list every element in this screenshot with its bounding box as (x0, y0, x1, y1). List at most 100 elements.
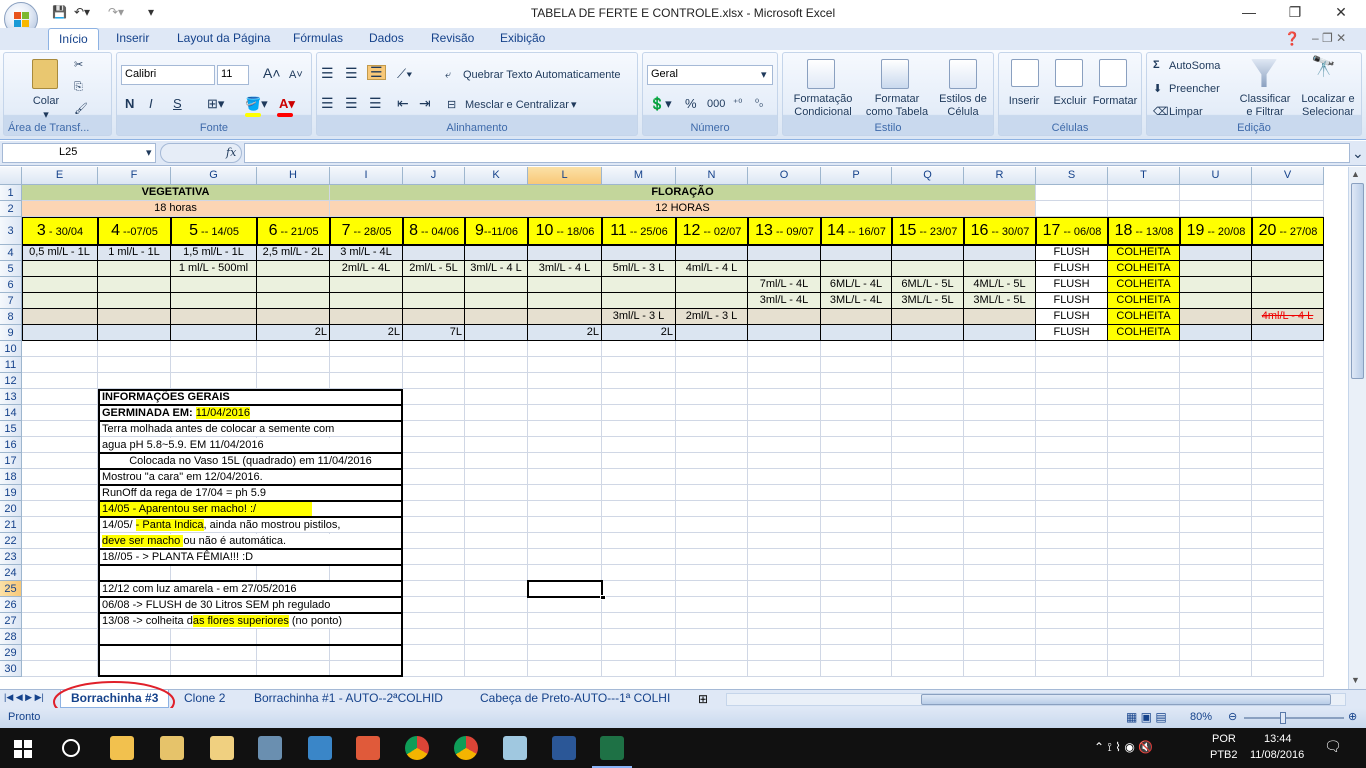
week-header[interactable]: 19 -- 20/08 (1180, 217, 1252, 245)
cell[interactable] (1036, 469, 1108, 485)
cell[interactable] (821, 581, 892, 597)
cell[interactable] (1252, 565, 1324, 581)
cell[interactable] (1036, 629, 1108, 645)
cell[interactable] (892, 613, 964, 629)
cell[interactable] (748, 629, 821, 645)
scroll-up-icon[interactable]: ▲ (1351, 169, 1360, 179)
cell[interactable] (22, 597, 98, 613)
cell[interactable] (403, 597, 465, 613)
cell[interactable] (1180, 485, 1252, 501)
cell[interactable] (676, 613, 748, 629)
cell[interactable] (1108, 549, 1180, 565)
cell[interactable] (528, 373, 602, 389)
cell[interactable] (892, 469, 964, 485)
clock-time[interactable]: 13:44 (1264, 733, 1292, 745)
cell[interactable] (465, 581, 528, 597)
sheet-tab-clone-2[interactable]: Clone 2 (174, 690, 235, 708)
cell[interactable] (964, 517, 1036, 533)
cell[interactable] (821, 533, 892, 549)
cell[interactable] (602, 485, 676, 501)
cell[interactable] (1108, 185, 1180, 201)
row-header-18[interactable]: 18 (0, 469, 22, 485)
row-header-2[interactable]: 2 (0, 201, 22, 217)
cell[interactable] (1252, 629, 1324, 645)
cell[interactable] (676, 517, 748, 533)
cell[interactable] (22, 517, 98, 533)
cell[interactable] (1036, 533, 1108, 549)
cell[interactable] (676, 453, 748, 469)
shrink-font-icon[interactable]: A˅ (289, 69, 303, 82)
cell[interactable] (964, 629, 1036, 645)
zoom-level[interactable]: 80% (1190, 711, 1212, 723)
cell[interactable] (465, 501, 528, 517)
cell[interactable] (676, 501, 748, 517)
fill-button[interactable]: Preencher (1169, 83, 1220, 95)
cell[interactable] (257, 341, 330, 357)
cell[interactable] (22, 549, 98, 565)
folder-icon[interactable] (210, 736, 234, 760)
week-header[interactable]: 3 - 30/04 (22, 217, 98, 245)
cell[interactable] (1036, 565, 1108, 581)
cell[interactable] (1108, 517, 1180, 533)
cell[interactable] (1108, 437, 1180, 453)
cell[interactable] (1036, 373, 1108, 389)
cell[interactable] (465, 645, 528, 661)
cell[interactable] (602, 373, 676, 389)
cell[interactable] (1036, 613, 1108, 629)
cell[interactable] (821, 373, 892, 389)
media-player-icon[interactable] (356, 736, 380, 760)
cell[interactable] (1108, 613, 1180, 629)
vertical-scrollbar[interactable]: ▲ ▼ (1348, 167, 1366, 689)
cell[interactable] (1252, 501, 1324, 517)
cell[interactable] (465, 357, 528, 373)
column-header-I[interactable]: I (330, 167, 403, 185)
cell[interactable] (465, 629, 528, 645)
cell[interactable] (465, 437, 528, 453)
underline-button[interactable]: S (173, 97, 182, 110)
cell[interactable] (1108, 453, 1180, 469)
cell[interactable] (1108, 469, 1180, 485)
tab-formulas[interactable]: Fórmulas (293, 31, 343, 45)
select-all-corner[interactable] (0, 167, 22, 185)
cell[interactable] (528, 437, 602, 453)
cell[interactable] (748, 645, 821, 661)
cell[interactable] (748, 389, 821, 405)
column-header-Q[interactable]: Q (892, 167, 964, 185)
chrome-icon[interactable] (405, 736, 429, 760)
cell[interactable] (465, 405, 528, 421)
cell[interactable] (821, 597, 892, 613)
column-header-M[interactable]: M (602, 167, 676, 185)
restore-button[interactable]: ❐ (1275, 4, 1315, 21)
cell[interactable] (676, 629, 748, 645)
word-icon[interactable] (552, 736, 576, 760)
column-header-O[interactable]: O (748, 167, 821, 185)
cell[interactable] (892, 581, 964, 597)
cell[interactable] (465, 485, 528, 501)
cell[interactable] (748, 565, 821, 581)
cell[interactable] (403, 517, 465, 533)
active-cell-L25[interactable] (527, 580, 603, 598)
cell[interactable] (465, 597, 528, 613)
insert-sheet-icon[interactable]: ⊞ (698, 692, 708, 706)
cell[interactable] (22, 453, 98, 469)
delete-cells-button[interactable]: Excluir (1047, 95, 1093, 108)
cell[interactable] (676, 389, 748, 405)
cell[interactable] (1108, 629, 1180, 645)
week-header[interactable]: 7 -- 28/05 (330, 217, 403, 245)
row-header-19[interactable]: 19 (0, 485, 22, 501)
cell[interactable] (821, 517, 892, 533)
control-panel-icon[interactable] (308, 736, 332, 760)
cell[interactable] (1036, 437, 1108, 453)
cell[interactable] (748, 661, 821, 677)
cell-styles-label2[interactable]: Célula (933, 106, 993, 119)
cell[interactable] (676, 565, 748, 581)
cell[interactable] (465, 421, 528, 437)
cell[interactable] (528, 645, 602, 661)
cell[interactable] (892, 597, 964, 613)
cell[interactable] (748, 405, 821, 421)
cell[interactable] (1252, 437, 1324, 453)
cell[interactable] (964, 501, 1036, 517)
documents-icon[interactable] (160, 736, 184, 760)
cell[interactable] (1036, 421, 1108, 437)
cell[interactable] (171, 373, 257, 389)
